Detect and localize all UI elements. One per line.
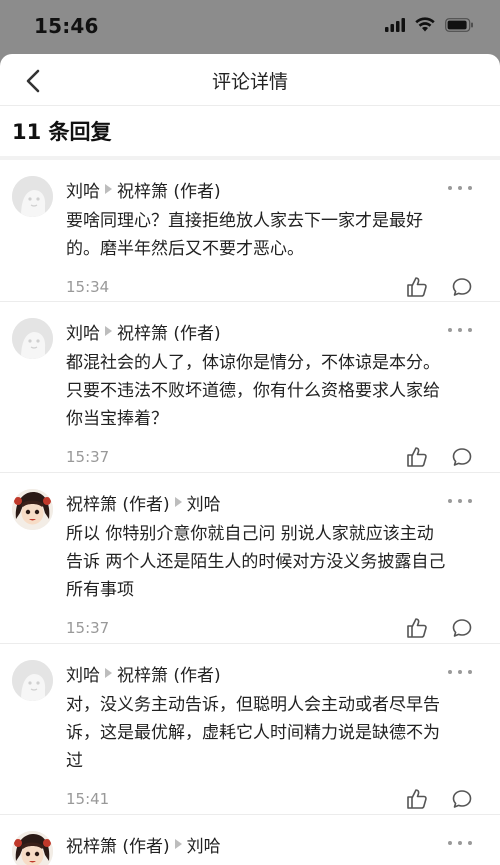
status-bar: 15:46: [0, 0, 500, 54]
like-icon[interactable]: [405, 275, 429, 299]
comment-icon[interactable]: [450, 616, 474, 640]
status-indicators: [385, 16, 474, 36]
comment-text-line: 你当宝捧着？: [66, 409, 168, 429]
avatar[interactable]: [12, 318, 53, 359]
comment-detail-sheet: 评论详情 11 条回复 刘哈 祝梓箫 (作者) 要啥同理心？直接拒绝放人家去下一家才…: [0, 54, 500, 865]
author-line: 祝梓箫 (作者) 刘哈: [66, 832, 221, 857]
avatar[interactable]: [12, 660, 53, 701]
reply-arrow-icon: [105, 326, 112, 336]
reply-count-heading: 11 条回复: [12, 120, 112, 144]
comment-text-line: 所有事项: [66, 580, 134, 600]
comment-icon[interactable]: [450, 787, 474, 811]
battery-icon: [445, 17, 474, 36]
comment-text-line: 都混社会的人了，体谅你是情分，不体谅是本分。: [66, 353, 440, 373]
comment-list: 刘哈 祝梓箫 (作者) 要啥同理心？直接拒绝放人家去下一家才是最好 的。磨半年然后又不…: [0, 160, 500, 865]
like-icon[interactable]: [405, 445, 429, 469]
reply-target-name[interactable]: 祝梓箫 (作者): [117, 319, 221, 344]
comment-icon[interactable]: [450, 275, 474, 299]
comment-text-line: 所以 你特别介意你就自己问 别说人家就应该主动: [66, 524, 434, 544]
comment-author-name[interactable]: 祝梓箫 (作者): [66, 490, 170, 515]
reply-target-name[interactable]: 刘哈: [187, 490, 221, 515]
comment-text: 对，没义务主动告诉，但聪明人会主动或者尽早告 诉，这是最优解，虚耗它人时间精力说是…: [66, 691, 482, 775]
avatar[interactable]: [12, 489, 53, 530]
reply-arrow-icon: [174, 497, 182, 507]
comment-text-line: 诉，这是最优解，虚耗它人时间精力说是缺德不为: [66, 723, 440, 743]
reply-arrow-icon: [105, 184, 112, 194]
reply-arrow-icon: [174, 839, 182, 849]
comment-text-line: 过: [66, 751, 83, 771]
comment-text-line: 的。磨半年然后又不要才恶心。: [66, 239, 304, 259]
reply-target-name[interactable]: 刘哈: [187, 832, 221, 857]
cellular-signal-icon: [385, 17, 405, 36]
comment-item: 祝梓箫 (作者) 刘哈所以 你特别介意你就自己问 别说人家就应该主动 告诉 两个人还…: [0, 473, 500, 644]
more-options-icon[interactable]: [448, 324, 472, 336]
author-line: 刘哈 祝梓箫 (作者): [66, 661, 221, 686]
comment-author-name[interactable]: 刘哈: [66, 177, 100, 202]
more-options-icon[interactable]: [448, 182, 472, 194]
comment-author-name[interactable]: 祝梓箫 (作者): [66, 832, 170, 857]
comment-item: 刘哈 祝梓箫 (作者) 要啥同理心？直接拒绝放人家去下一家才是最好 的。磨半年然后又不…: [0, 160, 500, 302]
more-options-icon[interactable]: [448, 666, 472, 678]
page-title: 评论详情: [211, 71, 288, 93]
comment-text: 要啥同理心？直接拒绝放人家去下一家才是最好 的。磨半年然后又不要才恶心。: [66, 207, 482, 263]
avatar[interactable]: [12, 831, 53, 865]
like-icon[interactable]: [405, 616, 429, 640]
comment-item: 刘哈 祝梓箫 (作者) 都混社会的人了，体谅你是情分，不体谅是本分。 只要不违法不败坏…: [0, 302, 500, 473]
reply-target-name[interactable]: 祝梓箫 (作者): [117, 661, 221, 686]
comment-text: 都混社会的人了，体谅你是情分，不体谅是本分。 只要不违法不败坏道德，你有什么资格要…: [66, 349, 482, 433]
comment-text: 所以 你特别介意你就自己问 别说人家就应该主动 告诉 两个人还是陌生人的时候对方没…: [66, 520, 482, 604]
wifi-icon: [415, 16, 435, 36]
comment-text-line: 要啥同理心？直接拒绝放人家去下一家才是最好: [66, 211, 423, 231]
comment-timestamp: 15:37: [66, 619, 110, 637]
like-icon[interactable]: [405, 787, 429, 811]
comment-author-name[interactable]: 刘哈: [66, 661, 100, 686]
nav-bar: 评论详情: [0, 54, 500, 106]
author-line: 祝梓箫 (作者) 刘哈: [66, 490, 221, 515]
more-options-icon[interactable]: [448, 837, 472, 849]
comment-item: 祝梓箫 (作者)刘哈重明白了 你就是我同箫中 必须将风险成本自己承担: [0, 815, 500, 865]
comment-timestamp: 15:34: [66, 278, 110, 296]
comment-text-line: 只要不违法不败坏道德，你有什么资格要求人家给: [66, 381, 440, 401]
author-line: 刘哈 祝梓箫 (作者): [66, 177, 221, 202]
status-time: 15:46: [34, 14, 99, 38]
reply-target-name[interactable]: 祝梓箫 (作者): [117, 177, 221, 202]
reply-arrow-icon: [105, 668, 112, 678]
more-options-icon[interactable]: [448, 495, 472, 507]
comment-timestamp: 15:37: [66, 448, 110, 466]
comment-text-line: 对，没义务主动告诉，但聪明人会主动或者尽早告: [66, 695, 440, 715]
comment-item: 刘哈 祝梓箫 (作者) 对，没义务主动告诉，但聪明人会主动或者尽早告 诉，这是最优解，…: [0, 644, 500, 815]
avatar[interactable]: [12, 176, 53, 217]
comment-text-line: 告诉 两个人还是陌生人的时候对方没义务披露自己: [66, 552, 446, 572]
author-line: 刘哈 祝梓箫 (作者): [66, 319, 221, 344]
comment-author-name[interactable]: 刘哈: [66, 319, 100, 344]
comment-timestamp: 15:41: [66, 790, 110, 808]
comment-icon[interactable]: [450, 445, 474, 469]
